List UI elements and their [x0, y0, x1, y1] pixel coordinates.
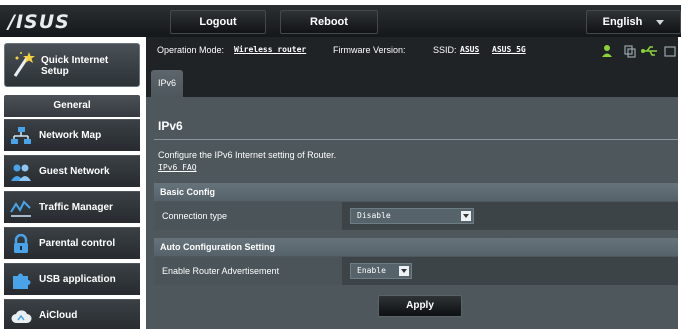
status-bar: Operation Mode: Wireless router Firmware… — [146, 37, 681, 65]
sidebar-item-aicloud[interactable]: AiCloud — [4, 299, 140, 329]
op-mode-link[interactable]: Wireless router — [234, 45, 306, 54]
cloud-icon — [11, 310, 32, 323]
ssid-link-2g[interactable]: ASUS — [460, 45, 479, 54]
sidebar-item-guest-network[interactable]: Guest Network — [4, 155, 140, 187]
router-advertisement-value: Enable — [357, 266, 386, 275]
logo-text: /ISUS — [8, 11, 70, 33]
quick-internet-setup-button[interactable]: Quick Internet Setup — [4, 43, 140, 87]
sidebar-item-traffic-manager[interactable]: Traffic Manager — [4, 191, 140, 223]
connection-type-select[interactable]: Disable — [350, 208, 474, 224]
language-label: English — [602, 16, 643, 28]
connection-type-label: Connection type — [154, 202, 342, 230]
puzzle-icon — [13, 273, 31, 289]
divider — [154, 139, 681, 140]
status-icons — [602, 45, 676, 58]
logout-button[interactable]: Logout — [170, 10, 266, 34]
sidebar-item-parental-control[interactable]: Parental control — [4, 227, 140, 259]
tab-ipv6[interactable]: IPv6 — [151, 70, 183, 97]
ssid-label: SSID: — [433, 45, 457, 55]
general-header: General — [4, 95, 140, 117]
sidebar-item-label: AiCloud — [39, 310, 78, 321]
chevron-down-icon — [399, 266, 409, 276]
sidebar: Quick Internet Setup General Network Map… — [0, 37, 140, 329]
guest-network-icon — [11, 164, 31, 181]
chevron-down-icon — [656, 19, 665, 25]
reboot-button[interactable]: Reboot — [280, 10, 378, 34]
page-title: IPv6 — [158, 119, 183, 133]
sidebar-item-label: Guest Network — [39, 166, 110, 177]
traffic-manager-icon — [10, 200, 31, 217]
op-mode-label: Operation Mode: — [157, 45, 225, 55]
usb-status-icon[interactable] — [641, 46, 657, 56]
tab-strip: IPv6 — [146, 65, 681, 97]
firmware-label: Firmware Version: — [333, 45, 406, 55]
asus-logo[interactable]: /ISUS — [8, 11, 98, 33]
magic-wand-icon — [13, 52, 35, 77]
main-panel: Operation Mode: Wireless router Firmware… — [146, 37, 681, 329]
sidebar-item-usb-application[interactable]: USB application — [4, 263, 140, 295]
quick-setup-label: Quick Internet Setup — [41, 55, 109, 77]
sidebar-item-label: Traffic Manager — [39, 202, 113, 213]
apply-button[interactable]: Apply — [378, 295, 462, 317]
top-bar: /ISUS Logout Reboot English — [0, 5, 681, 37]
sidebar-item-network-map[interactable]: Network Map — [4, 119, 140, 151]
copy-status-icon[interactable] — [624, 45, 636, 58]
sidebar-item-label: Network Map — [39, 130, 102, 141]
sidebar-item-label: USB application — [39, 274, 116, 285]
language-dropdown[interactable]: English — [586, 10, 681, 34]
sidebar-item-label: Parental control — [39, 238, 116, 249]
ssid-link-5g[interactable]: ASUS_5G — [492, 45, 526, 54]
lock-icon — [14, 234, 28, 253]
router-advertisement-select[interactable]: Enable — [350, 263, 412, 279]
printer-status-icon[interactable] — [664, 46, 676, 57]
ipv6-faq-link[interactable]: IPv6 FAQ — [158, 163, 197, 172]
basic-config-header: Basic Config — [154, 183, 681, 201]
router-advertisement-label: Enable Router Advertisement — [154, 257, 342, 285]
page-description: Configure the IPv6 Internet setting of R… — [158, 150, 337, 160]
router-advertisement-row: Enable Router Advertisement Enable — [154, 257, 681, 285]
client-status-icon[interactable] — [602, 45, 612, 57]
connection-type-value: Disable — [357, 211, 391, 220]
network-map-icon — [11, 127, 31, 144]
connection-type-row: Connection type Disable — [154, 202, 681, 230]
auto-config-header: Auto Configuration Setting — [154, 238, 681, 256]
chevron-down-icon — [461, 211, 471, 221]
